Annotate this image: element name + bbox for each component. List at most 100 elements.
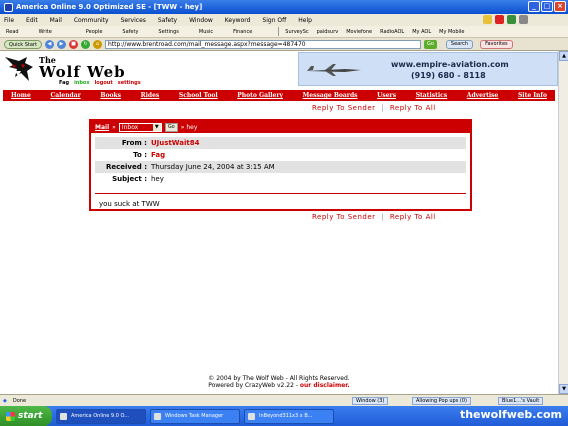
toolbar-people[interactable]: People (86, 29, 103, 35)
field-row-from: From : UJustWait84 (95, 137, 466, 149)
field-row-subject: Subject : hey (95, 173, 466, 185)
start-button[interactable]: start (0, 406, 52, 426)
im-icon[interactable] (507, 15, 516, 24)
nav-calendar[interactable]: Calendar (50, 92, 80, 99)
disclaimer-link[interactable]: our disclaimer. (300, 382, 350, 389)
folder-select[interactable]: Inbox ▼ (118, 122, 162, 132)
site-title: The Wolf Web (39, 54, 126, 82)
taskbar-item-task-manager[interactable]: Windows Task Manager (150, 408, 240, 424)
nav-photo-gallery[interactable]: Photo Gallery (237, 92, 283, 99)
username-link[interactable]: Fag (59, 80, 69, 86)
field-label: To : (133, 151, 147, 159)
back-icon[interactable]: ◀ (44, 39, 54, 49)
reply-to-sender-link[interactable]: Reply To Sender (312, 104, 376, 112)
reply-to-all-link[interactable]: Reply To All (390, 104, 436, 112)
toolbar-surveysc[interactable]: SurveySc (285, 29, 308, 35)
popup-status-button[interactable]: Allowing Pop ups (0) (412, 397, 471, 405)
site-title-big: Wolf Web (39, 63, 126, 81)
url-input[interactable]: http://www.brentroad.com/mail_message.as… (104, 39, 421, 49)
toolbar-music[interactable]: Music (199, 29, 213, 35)
mail-link[interactable]: Mail (95, 124, 109, 131)
settings-link[interactable]: settings (118, 80, 141, 86)
window-count-button[interactable]: Window (3) (352, 397, 389, 405)
received-value: Thursday June 24, 2004 at 3:15 AM (151, 163, 275, 171)
reply-to-all-link[interactable]: Reply To All (390, 213, 436, 221)
menu-community[interactable]: Community (74, 17, 109, 24)
window-titlebar[interactable]: America Online 9.0 Optimized SE - [TWW -… (0, 0, 568, 14)
ad-banner[interactable]: www.empire-aviation.com (919) 680 - 8118 (298, 52, 558, 86)
scroll-up-icon[interactable]: ▲ (559, 51, 568, 61)
heart-icon[interactable] (495, 15, 504, 24)
site-nav: Home Calendar Books Rides School Tool Ph… (3, 90, 555, 101)
home-icon[interactable]: ⌂ (92, 39, 102, 49)
chevron-down-icon[interactable]: ▼ (152, 123, 161, 131)
quick-start-button[interactable]: Quick Start (4, 39, 42, 49)
forward-icon[interactable]: ▶ (56, 39, 66, 49)
nav-home[interactable]: Home (11, 92, 31, 99)
search-button[interactable]: Search (445, 39, 474, 49)
nav-school-tool[interactable]: School Tool (179, 92, 218, 99)
message-body: you suck at TWW (95, 193, 466, 208)
logout-link[interactable]: logout (95, 80, 113, 86)
nav-advertise[interactable]: Advertise (467, 92, 499, 99)
favorites-button[interactable]: Favorites (480, 39, 513, 49)
close-button[interactable]: × (554, 1, 566, 12)
inbox-link[interactable]: inbox (74, 80, 90, 86)
from-user-link[interactable]: UJustWait84 (151, 139, 199, 147)
menu-file[interactable]: File (4, 17, 14, 24)
toolbar-finance[interactable]: Finance (233, 29, 252, 35)
nav-site-info[interactable]: Site Info (518, 92, 547, 99)
scroll-down-icon[interactable]: ▼ (559, 384, 568, 394)
menu-keyword[interactable]: Keyword (225, 17, 251, 24)
nav-users[interactable]: Users (377, 92, 396, 99)
menu-mail[interactable]: Mail (50, 17, 62, 24)
toolbar-paidsurv[interactable]: paidsurv (317, 29, 339, 35)
menu-edit[interactable]: Edit (26, 17, 38, 24)
reply-links-bottom: Reply To Sender | Reply To All (312, 213, 436, 221)
toolbar-settings[interactable]: Settings (158, 29, 179, 35)
maximize-button[interactable]: □ (541, 1, 553, 12)
refresh-icon[interactable]: ↻ (80, 39, 90, 49)
nav-rides[interactable]: Rides (141, 92, 160, 99)
stop-icon[interactable]: ■ (68, 39, 78, 49)
wolf-logo-icon (5, 57, 33, 81)
tools-icon[interactable] (519, 15, 528, 24)
nav-books[interactable]: Books (100, 92, 121, 99)
menu-window[interactable]: Window (189, 17, 213, 24)
subject-value: hey (151, 175, 164, 183)
toolbar-safety[interactable]: Safety (122, 29, 138, 35)
vertical-scrollbar[interactable]: ▲ ▼ (558, 51, 568, 394)
field-row-received: Received : Thursday June 24, 2004 at 3:1… (95, 161, 466, 173)
web-content: The Wolf Web Fag inbox logout settings w… (0, 51, 558, 394)
lock-icon[interactable] (483, 15, 492, 24)
nav-message-boards[interactable]: Message Boards (303, 92, 358, 99)
toolbar-moviefone[interactable]: Moviefone (346, 29, 372, 35)
menu-safety[interactable]: Safety (158, 17, 177, 24)
breadcrumb-arrow: » (112, 123, 116, 131)
toolbar-mymobile[interactable]: My Mobile (439, 29, 464, 35)
powered-by: Powered by CrazyWeb v2.22 - (208, 382, 298, 389)
menu-services[interactable]: Services (121, 17, 146, 24)
window-title: America Online 9.0 Optimized SE - [TWW -… (16, 3, 203, 11)
toolbar-write[interactable]: Write (39, 29, 52, 35)
toolbar-radioaol[interactable]: RadioAOL (380, 29, 404, 35)
toolbar-myaol[interactable]: My AOL (412, 29, 431, 35)
menu-help[interactable]: Help (298, 17, 312, 24)
vault-button[interactable]: Blue1...'s Vault (498, 397, 544, 405)
site-logo[interactable]: The Wolf Web Fag inbox logout settings (3, 51, 183, 87)
menu-sign-off[interactable]: Sign Off (262, 17, 286, 24)
start-label: start (18, 411, 43, 421)
reply-to-sender-link[interactable]: Reply To Sender (312, 213, 376, 221)
taskbar-item-aol[interactable]: America Online 9.0 O... (56, 408, 146, 424)
folder-go-button[interactable]: Go (164, 122, 178, 132)
minimize-button[interactable]: _ (528, 1, 540, 12)
taskbar-item-browser[interactable]: InBeyond311x3 x B... (244, 408, 334, 424)
to-user-link[interactable]: Fag (151, 151, 165, 159)
taskbar: start America Online 9.0 O... Windows Ta… (0, 406, 568, 426)
toolbar-read[interactable]: Read (6, 29, 19, 35)
footer-copyright: © 2004 by The Wolf Web - All Rights Rese… (208, 375, 350, 382)
nav-statistics[interactable]: Statistics (416, 92, 448, 99)
go-button[interactable]: Go (423, 39, 437, 49)
status-icon: ◆ (3, 397, 7, 404)
field-row-to: To : Fag (95, 149, 466, 161)
